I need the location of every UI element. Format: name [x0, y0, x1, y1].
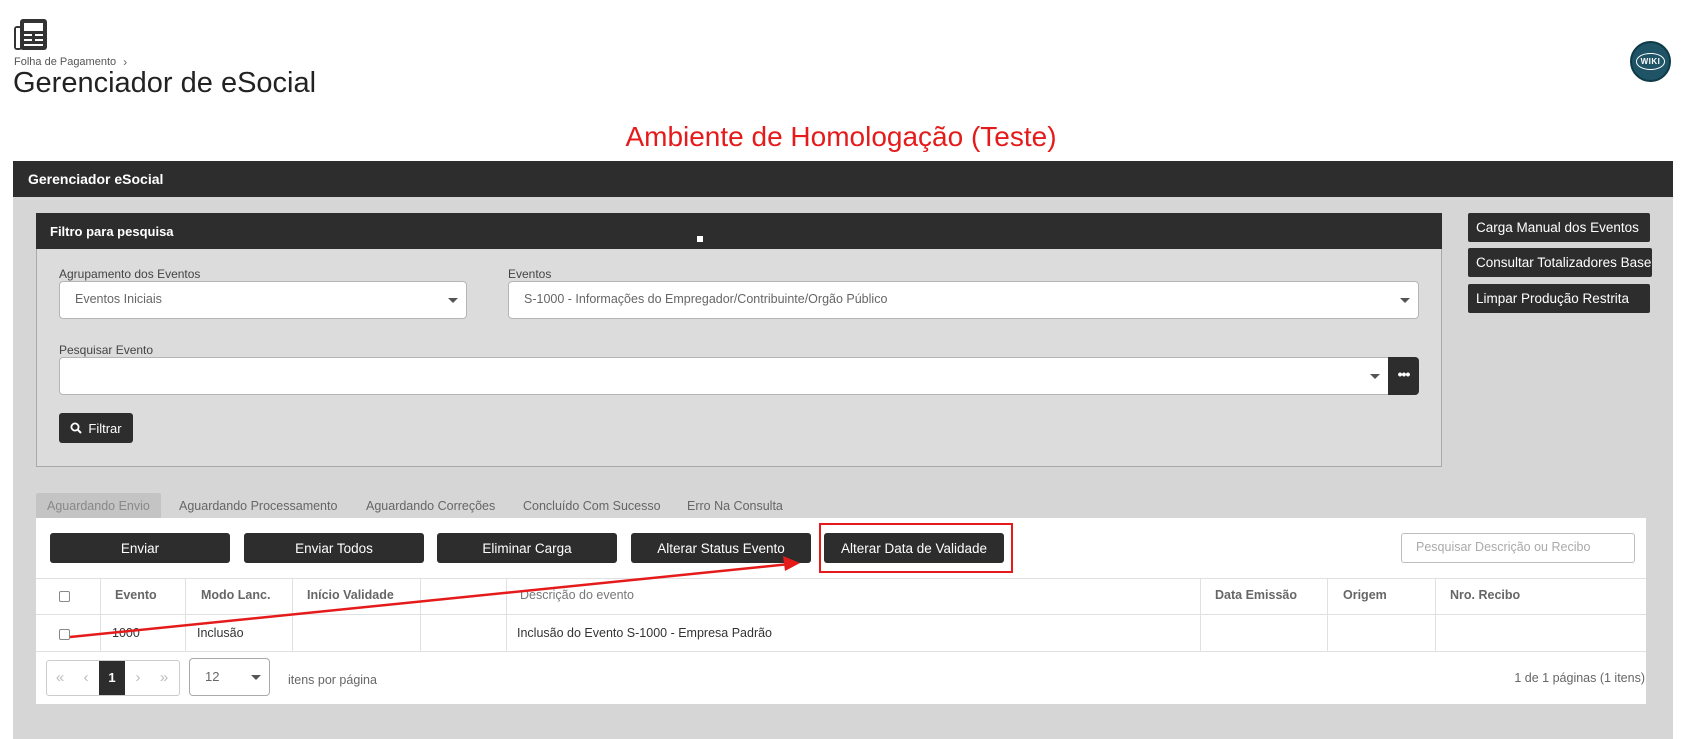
column-header-nro-recibo[interactable]: Nro. Recibo: [1450, 588, 1520, 602]
cell-modo: Inclusão: [197, 626, 244, 640]
cursor-marker: [697, 236, 703, 242]
change-status-button[interactable]: Alterar Status Evento: [631, 533, 811, 563]
column-header-evento[interactable]: Evento: [115, 588, 157, 602]
newspaper-icon: [14, 19, 47, 50]
cell-evento: 1000: [112, 626, 140, 640]
search-event-label: Pesquisar Evento: [59, 343, 154, 357]
main-panel-title: Gerenciador eSocial: [13, 161, 1673, 197]
page-title: Gerenciador de eSocial: [13, 67, 317, 99]
caret-down-icon: [1400, 298, 1410, 303]
send-all-button[interactable]: Enviar Todos: [244, 533, 424, 563]
environment-banner: Ambiente de Homologação (Teste): [625, 121, 1057, 152]
search-event-input[interactable]: [59, 357, 1389, 395]
filter-panel: [36, 213, 1442, 467]
group-select-value: Eventos Iniciais: [75, 292, 162, 306]
tab-concluido-com-sucesso[interactable]: Concluído Com Sucesso: [523, 493, 661, 518]
caret-down-icon: [251, 675, 261, 680]
pagination: « ‹ 1 › »: [46, 660, 180, 696]
page-info: 1 de 1 páginas (1 itens): [1514, 671, 1645, 685]
delete-load-button[interactable]: Eliminar Carga: [437, 533, 617, 563]
manual-load-button[interactable]: Carga Manual dos Eventos: [1468, 213, 1650, 242]
prev-page-button[interactable]: ‹: [73, 661, 99, 695]
events-label: Eventos: [508, 267, 552, 281]
row-checkbox[interactable]: [59, 629, 70, 640]
wiki-label: WIKI: [1635, 53, 1666, 70]
first-page-button[interactable]: «: [47, 661, 73, 695]
search-icon: [70, 422, 83, 434]
column-header-data-emissao[interactable]: Data Emissão: [1215, 588, 1297, 602]
events-select[interactable]: S-1000 - Informações do Empregador/Contr…: [508, 281, 1419, 319]
column-header-descricao[interactable]: Descrição do evento: [520, 588, 634, 602]
clear-restricted-button[interactable]: Limpar Produção Restrita: [1468, 284, 1650, 313]
caret-down-icon: [1370, 374, 1380, 379]
filter-button[interactable]: Filtrar: [59, 413, 133, 443]
cell-descricao: Inclusão do Evento S-1000 - Empresa Padr…: [517, 626, 773, 640]
tab-aguardando-correcoes[interactable]: Aguardando Correções: [366, 493, 495, 518]
highlight-box: [819, 523, 1013, 573]
filter-button-label: Filtrar: [88, 420, 122, 436]
filter-panel-title: Filtro para pesquisa: [36, 213, 1442, 249]
group-label: Agrupamento dos Eventos: [59, 267, 201, 281]
column-header-modo[interactable]: Modo Lanc.: [201, 588, 270, 602]
tab-aguardando-processamento[interactable]: Aguardando Processamento: [179, 493, 337, 518]
caret-down-icon: [448, 298, 458, 303]
per-page-value: 12: [205, 669, 220, 684]
next-page-button[interactable]: ›: [125, 661, 151, 695]
wiki-button[interactable]: WIKI: [1630, 41, 1671, 82]
column-header-inicio-validade[interactable]: Início Validade: [307, 588, 394, 602]
more-options-button[interactable]: •••: [1388, 357, 1419, 395]
current-page-button[interactable]: 1: [99, 661, 125, 695]
tab-erro-na-consulta[interactable]: Erro Na Consulta: [687, 493, 783, 518]
column-header-origem[interactable]: Origem: [1343, 588, 1387, 602]
last-page-button[interactable]: »: [151, 661, 177, 695]
tab-aguardando-envio[interactable]: Aguardando Envio: [36, 493, 161, 518]
per-page-select[interactable]: 12: [189, 658, 270, 696]
send-button[interactable]: Enviar: [50, 533, 230, 563]
group-select[interactable]: Eventos Iniciais: [59, 281, 467, 319]
events-select-value: S-1000 - Informações do Empregador/Contr…: [524, 292, 888, 306]
per-page-label: itens por página: [288, 673, 377, 687]
totalizers-button[interactable]: Consultar Totalizadores Base: [1468, 248, 1652, 277]
search-description-input[interactable]: Pesquisar Descrição ou Recibo: [1401, 533, 1635, 563]
select-all-checkbox[interactable]: [59, 591, 70, 602]
